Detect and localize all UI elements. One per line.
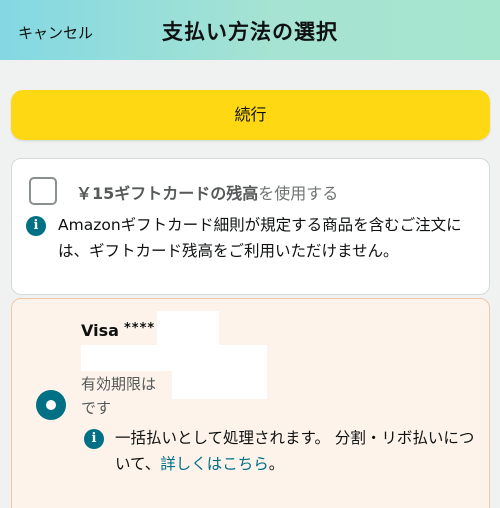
header-bar: キャンセル 支払い方法の選択 [0,0,500,60]
visa-radio-selected[interactable] [36,390,66,420]
gift-card-info-text: Amazonギフトカード細則が規定する商品を含むご注文には、ギフトカード残高をご… [58,216,462,260]
card-number-masked: **** [124,321,156,336]
gift-card-use-label: を使用する [258,184,339,203]
visa-card-option[interactable]: Visa **** 有効期限は です i 一括払いとして処理されます。 分割・リ… [11,298,490,508]
expiry-label: 有効期限は [81,375,157,393]
redaction-block [172,361,267,399]
redaction-block [157,311,219,347]
gift-card-option: ￥15ギフトカードの残高を使用する i Amazonギフトカード細則が規定する商… [11,158,490,295]
continue-button[interactable]: 続行 [11,90,490,140]
gift-card-label[interactable]: ￥15ギフトカードの残高を使用する [76,180,338,204]
card-brand: Visa [81,321,119,340]
gift-card-checkbox[interactable] [29,177,57,205]
info-icon: i [26,216,46,236]
visa-info-text: 一括払いとして処理されます。 分割・リボ払いについて、詳しくはこちら。 [115,425,487,477]
gift-card-balance-label: ￥15ギフトカードの残高 [76,184,259,203]
details-link[interactable]: 詳しくはこちら [160,455,269,473]
visa-info-end: 。 [268,455,285,473]
page-title: 支払い方法の選択 [162,20,338,44]
info-icon: i [84,429,104,449]
expiry-suffix: です [81,399,112,417]
